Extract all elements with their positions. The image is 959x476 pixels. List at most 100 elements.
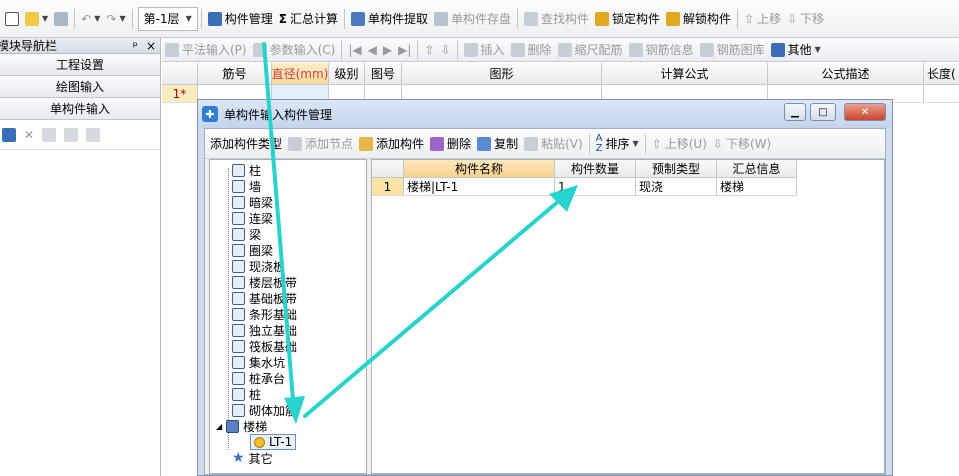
last-record-button[interactable]: ▶|	[395, 38, 414, 62]
tree-node-foundation-strip[interactable]: 基础板带	[232, 290, 297, 306]
nav-item-single-component-input[interactable]: 单构件输入	[0, 98, 160, 120]
dialog-titlebar[interactable]: ✚ 单构件输入构件管理 ▁ □ ✕	[198, 100, 892, 128]
rebar-info-button[interactable]: 钢筋信息	[626, 38, 697, 62]
table-icon[interactable]	[2, 127, 16, 142]
col-figure-no[interactable]: 图号	[365, 63, 402, 84]
col-diameter[interactable]: 直径(mm)	[272, 63, 329, 84]
new-file-button[interactable]	[2, 7, 22, 31]
nav-item-drawing-input[interactable]: 绘图输入	[0, 76, 160, 98]
component-manage-icon	[207, 11, 222, 26]
add-type-button[interactable]: 添加构件类型	[207, 132, 285, 156]
tree-node-beam[interactable]: 梁	[232, 226, 261, 242]
cell-summary[interactable]: 楼梯	[717, 178, 797, 195]
cell-component-name[interactable]: 楼梯|LT-1	[404, 178, 555, 195]
cell-component-count[interactable]: 1	[555, 178, 636, 195]
tree-node-stairs[interactable]: ◢ 楼梯	[216, 418, 267, 434]
close-icon[interactable]: ×	[146, 39, 156, 53]
flat-input-button[interactable]: 平法输入(P)	[162, 38, 250, 62]
insert-button[interactable]: 插入	[461, 38, 508, 62]
other-label: 其他	[787, 43, 812, 57]
tree-node-pile-cap[interactable]: 桩承台	[232, 370, 285, 386]
refresh-icon[interactable]	[86, 127, 101, 142]
tree-node-floor-strip[interactable]: 楼层板带	[232, 274, 297, 290]
tree-node-wall[interactable]: 墙	[232, 178, 261, 194]
minimize-button[interactable]: ▁	[784, 103, 806, 121]
cell-length[interactable]	[924, 85, 959, 102]
tree-node-raft-foundation[interactable]: 筏板基础	[232, 338, 297, 354]
other-menu-button[interactable]: 其他 ▼	[768, 38, 824, 62]
tree-node-cast-slab[interactable]: 现浇板	[232, 258, 285, 274]
param-input-button[interactable]: 参数输入(C)	[250, 38, 339, 62]
delete-row-button[interactable]: 删除	[508, 38, 555, 62]
col-precast-type[interactable]: 预制类型	[636, 160, 717, 177]
tree-node-hidden-beam[interactable]: 暗梁	[232, 194, 273, 210]
tree-node-lt-1[interactable]: LT-1	[250, 434, 297, 450]
col-rebar-no[interactable]: 筋号	[198, 63, 272, 84]
table-row[interactable]: 1 楼梯|LT-1 1 现浇 楼梯	[372, 178, 797, 196]
delete-button[interactable]: 删除	[427, 132, 474, 156]
col-component-count[interactable]: 构件数量	[555, 160, 636, 177]
col-grade[interactable]: 级别	[329, 63, 365, 84]
col-length[interactable]: 长度(	[924, 63, 959, 84]
row-up-button[interactable]: ⇧	[421, 38, 437, 62]
lock-icon	[595, 11, 609, 26]
prev-record-button[interactable]: ◀	[365, 38, 380, 62]
copy-button[interactable]: 复制	[474, 132, 521, 156]
tree-node-sump-pit[interactable]: 集水坑	[232, 354, 285, 370]
scale-rebar-button[interactable]: 缩尺配筋	[555, 38, 626, 62]
undo-button[interactable]: ↶ ▼	[78, 7, 103, 31]
row-down-button[interactable]: ⇩	[437, 38, 453, 62]
first-record-button[interactable]: |◀	[345, 38, 364, 62]
scale-icon	[557, 42, 572, 57]
add-component-button[interactable]: 添加构件	[356, 132, 427, 156]
paste-button[interactable]: 粘贴(V)	[521, 132, 586, 156]
tree-node-isolated-foundation[interactable]: 独立基础	[232, 322, 297, 338]
find-component-button[interactable]: 查找构件	[521, 7, 592, 31]
save-icon	[54, 11, 69, 26]
undo-icon: ↶	[81, 11, 92, 26]
module-nav-panel: 模块导航栏 ᵖ × 工程设置 绘图输入 单构件输入 ✕	[0, 38, 161, 476]
tree-node-ring-beam[interactable]: 圈梁	[232, 242, 273, 258]
move-up-button[interactable]: ⇧ 上移	[741, 7, 784, 31]
col-formula-desc[interactable]: 公式描述	[768, 63, 924, 84]
floor-select[interactable]: 第-1层 ▼	[137, 6, 198, 31]
expand-triangle-icon[interactable]: ◢	[216, 422, 222, 431]
beam-icon	[232, 227, 245, 241]
add-node-button[interactable]: 添加节点	[285, 132, 356, 156]
open-file-button[interactable]: ▼	[22, 7, 51, 31]
cell-precast-type[interactable]: 现浇	[636, 178, 717, 195]
save-button[interactable]	[51, 7, 71, 31]
component-manage-button[interactable]: 构件管理	[205, 7, 276, 31]
col-summary[interactable]: 汇总信息	[717, 160, 797, 177]
tree-node-other[interactable]: ★ 其它	[232, 450, 273, 466]
col-formula[interactable]: 计算公式	[602, 63, 768, 84]
unlock-component-button[interactable]: 解锁构件	[663, 7, 734, 31]
sort-button[interactable]: A Z 排序 ▼	[593, 132, 642, 156]
dlg-move-down-button[interactable]: ⇩ 下移(W)	[710, 132, 774, 156]
sum-calc-button[interactable]: Σ 汇总计算	[276, 7, 341, 31]
maximize-button[interactable]: □	[810, 103, 836, 121]
rebar-library-button[interactable]: 钢筋图库	[697, 38, 768, 62]
redo-button[interactable]: ↷ ▼	[103, 7, 128, 31]
move-down-button[interactable]: ⇩ 下移	[784, 7, 827, 31]
tree-node-label: 连梁	[249, 211, 274, 226]
dlg-move-up-button[interactable]: ⇧ 上移(U)	[649, 132, 710, 156]
col-component-name[interactable]: 构件名称	[404, 160, 555, 177]
col-shape[interactable]: 图形	[402, 63, 602, 84]
tree-node-link-beam[interactable]: 连梁	[232, 210, 273, 226]
tree-node-pile[interactable]: 桩	[232, 386, 261, 402]
tree-node-column[interactable]: 柱	[232, 162, 261, 178]
copy-icon[interactable]	[42, 127, 57, 142]
close-button[interactable]: ✕	[844, 103, 886, 121]
tree-node-masonry-rebar[interactable]: 砌体加筋	[232, 402, 297, 418]
single-extract-button[interactable]: 单构件提取	[348, 7, 431, 31]
paste-icon[interactable]	[64, 127, 79, 142]
delete-icon[interactable]: ✕	[24, 128, 34, 142]
next-record-button[interactable]: ▶	[380, 38, 395, 62]
nav-item-project-settings[interactable]: 工程设置	[0, 54, 160, 76]
tree-node-label: 现浇板	[249, 259, 286, 274]
lock-component-button[interactable]: 锁定构件	[592, 7, 663, 31]
pin-icon[interactable]: ᵖ	[133, 39, 138, 53]
single-save-button[interactable]: 单构件存盘	[431, 7, 514, 31]
tree-node-strip-foundation[interactable]: 条形基础	[232, 306, 297, 322]
